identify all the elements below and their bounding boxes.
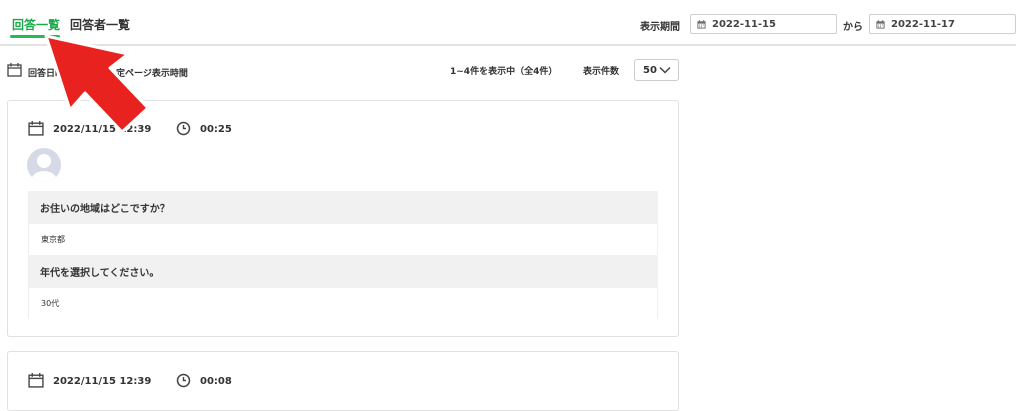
- result-count: 1~4件を表示中（全4件）: [450, 67, 558, 77]
- date-to-value: 2022-11-17: [891, 18, 955, 30]
- date-to-input[interactable]: 2022-11-17: [869, 14, 1016, 34]
- date-from-input[interactable]: 2022-11-15: [690, 14, 837, 34]
- question-text: 年代を選択してください。: [28, 255, 658, 288]
- period-separator: から: [843, 22, 863, 33]
- per-page-select[interactable]: 50: [634, 59, 679, 81]
- calendar-icon: [7, 63, 22, 77]
- avatar: [27, 148, 61, 182]
- response-date: 2022/11/15 12:39: [53, 376, 152, 387]
- question-text: お住いの地域はどこですか？: [28, 191, 658, 224]
- per-page-label: 表示件数: [583, 67, 620, 77]
- response-duration: 00:25: [200, 124, 232, 135]
- calendar-icon: [876, 19, 885, 29]
- response-duration: 00:08: [200, 376, 232, 387]
- clock-icon: [176, 121, 191, 136]
- date-from-value: 2022-11-15: [712, 18, 776, 30]
- calendar-icon: [697, 19, 706, 29]
- answer-text: 30代: [28, 288, 658, 319]
- response-card: 2022/11/15 12:39 00:08: [7, 351, 679, 411]
- qa-list: お住いの地域はどこですか？ 東京都 年代を選択してください。 30代: [28, 191, 658, 319]
- period-label: 表示期間: [640, 22, 680, 33]
- clock-icon: [176, 373, 191, 388]
- pointer-arrow-icon: [44, 34, 150, 134]
- per-page-value: 50: [643, 64, 657, 76]
- chevron-down-icon: [659, 66, 671, 74]
- answer-text: 東京都: [28, 224, 658, 255]
- calendar-icon: [28, 373, 44, 388]
